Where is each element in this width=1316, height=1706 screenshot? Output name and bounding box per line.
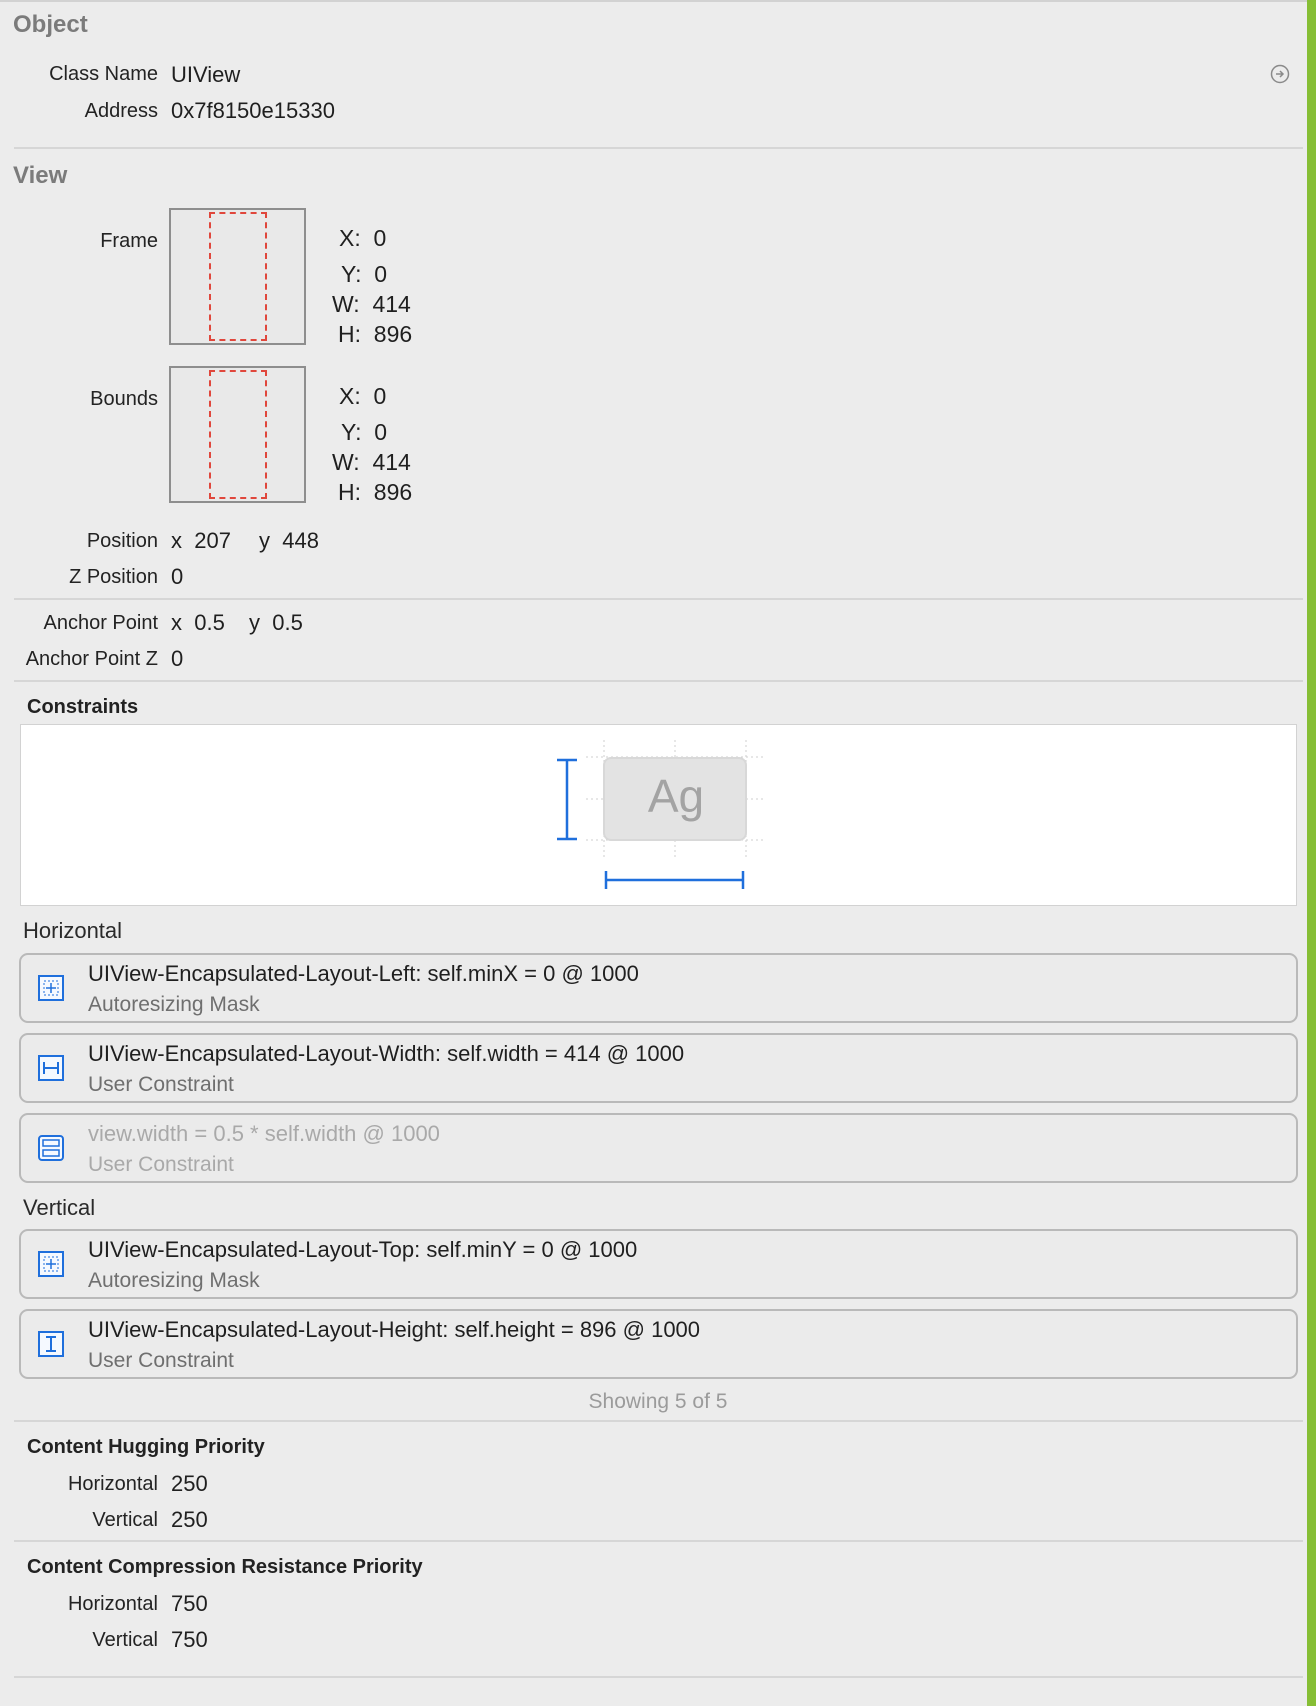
frame-h: H: 896 — [338, 321, 413, 347]
class-name-value: UIView — [171, 62, 241, 87]
anchor-point-x: x 0.5 — [171, 610, 225, 635]
divider — [14, 598, 1303, 600]
autoresizing-mask-icon — [38, 1251, 64, 1277]
anchor-point-z-label: Anchor Point Z — [25, 648, 158, 670]
equal-widths-icon — [38, 1135, 64, 1161]
hugging-horizontal-label: Horizontal — [67, 1473, 158, 1495]
constraint-row-layout-height[interactable]: UIView-Encapsulated-Layout-Height: self.… — [19, 1309, 1298, 1379]
inspector-panel: Object Class Name UIView Address 0x7f815… — [0, 0, 1307, 1706]
bounds-h: H: 896 — [338, 479, 413, 505]
address-value: 0x7f8150e15330 — [171, 98, 335, 123]
constraints-preview-text: Ag — [647, 770, 705, 822]
hugging-title: Content Hugging Priority — [27, 1436, 265, 1458]
constraint-title: UIView-Encapsulated-Layout-Left: self.mi… — [88, 961, 639, 986]
hugging-horizontal-value: 250 — [171, 1471, 208, 1496]
anchor-point-label: Anchor Point — [43, 612, 158, 634]
constraint-type: User Constraint — [88, 1073, 234, 1096]
position-label: Position — [86, 530, 158, 552]
compression-title: Content Compression Resistance Priority — [27, 1556, 423, 1578]
constraint-title: UIView-Encapsulated-Layout-Width: self.w… — [88, 1041, 685, 1066]
constraints-count: Showing 5 of 5 — [588, 1390, 728, 1413]
constraint-type: Autoresizing Mask — [88, 1269, 260, 1292]
class-name-label: Class Name — [49, 63, 158, 85]
navigate-arrow-icon[interactable] — [1270, 64, 1290, 84]
bounds-preview — [169, 366, 306, 503]
constraint-row-equal-widths[interactable]: view.width = 0.5 * self.width @ 1000 Use… — [19, 1113, 1298, 1183]
bounds-w: W: 414 — [332, 449, 411, 475]
constraint-title: view.width = 0.5 * self.width @ 1000 — [88, 1121, 440, 1146]
constraint-title: UIView-Encapsulated-Layout-Top: self.min… — [88, 1237, 638, 1262]
compression-vertical-value: 750 — [171, 1627, 208, 1652]
bounds-label: Bounds — [90, 388, 158, 410]
object-section-title: Object — [13, 11, 88, 38]
divider — [14, 1676, 1303, 1678]
compression-vertical-label: Vertical — [92, 1629, 158, 1651]
bounds-x: X: 0 — [339, 383, 387, 409]
autoresizing-mask-icon — [38, 975, 64, 1001]
top-divider — [0, 0, 1307, 2]
view-section-title: View — [13, 162, 68, 189]
constraint-row-layout-left[interactable]: UIView-Encapsulated-Layout-Left: self.mi… — [19, 953, 1298, 1023]
vertical-group-label: Vertical — [23, 1195, 96, 1220]
position-x: x 207 — [171, 528, 231, 553]
height-constraint-icon — [38, 1331, 64, 1357]
divider — [14, 1540, 1303, 1542]
bounds-y: Y: 0 — [341, 419, 388, 445]
constraints-preview: Ag — [20, 724, 1297, 906]
divider — [14, 147, 1303, 149]
frame-y: Y: 0 — [341, 261, 388, 287]
constraint-title: UIView-Encapsulated-Layout-Height: self.… — [88, 1317, 701, 1342]
constraint-type: Autoresizing Mask — [88, 993, 260, 1016]
hugging-vertical-label: Vertical — [92, 1509, 158, 1531]
constraint-row-layout-top[interactable]: UIView-Encapsulated-Layout-Top: self.min… — [19, 1229, 1298, 1299]
frame-label: Frame — [100, 230, 158, 252]
compression-horizontal-value: 750 — [171, 1591, 208, 1616]
compression-horizontal-label: Horizontal — [67, 1593, 158, 1615]
frame-x: X: 0 — [339, 225, 387, 251]
constraint-type: User Constraint — [88, 1153, 234, 1176]
horizontal-group-label: Horizontal — [23, 918, 123, 943]
z-position-label: Z Position — [69, 566, 158, 588]
constraints-title: Constraints — [27, 696, 139, 718]
z-position-value: 0 — [171, 564, 184, 589]
hugging-vertical-value: 250 — [171, 1507, 208, 1532]
divider — [14, 680, 1303, 682]
frame-w: W: 414 — [332, 291, 411, 317]
anchor-point-y: y 0.5 — [249, 610, 303, 635]
accent-bar — [1307, 0, 1316, 1706]
constraint-type: User Constraint — [88, 1349, 234, 1372]
anchor-point-z-value: 0 — [171, 646, 184, 671]
width-constraint-icon — [38, 1055, 64, 1081]
divider — [14, 1420, 1303, 1422]
constraint-row-layout-width[interactable]: UIView-Encapsulated-Layout-Width: self.w… — [19, 1033, 1298, 1103]
address-label: Address — [84, 100, 158, 122]
frame-preview — [169, 208, 306, 345]
position-y: y 448 — [259, 528, 319, 553]
